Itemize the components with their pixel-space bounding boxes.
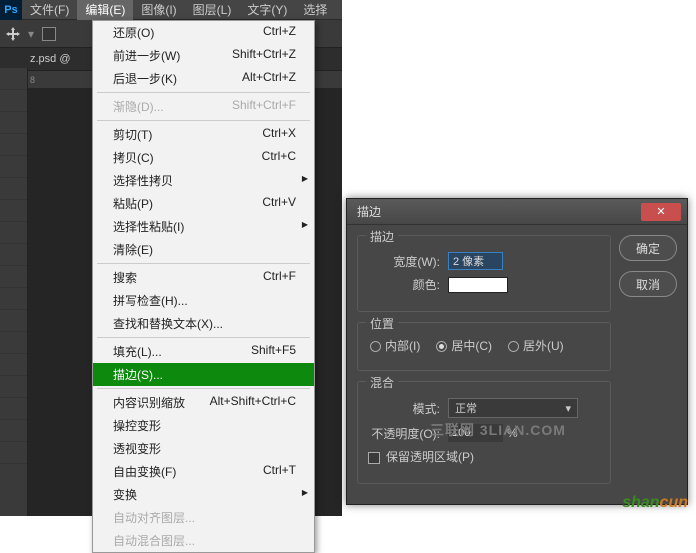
- menu-item[interactable]: 内容识别缩放Alt+Shift+Ctrl+C: [93, 391, 314, 414]
- opacity-pct: %: [507, 426, 518, 440]
- ok-button[interactable]: 确定: [619, 235, 677, 261]
- stroke-group: 描边 宽度(W): 2 像素 颜色:: [357, 235, 611, 312]
- close-button[interactable]: ✕: [641, 203, 681, 221]
- menu-item[interactable]: 透视变形: [93, 437, 314, 460]
- move-tool-icon: [6, 27, 20, 41]
- menu-item[interactable]: 还原(O)Ctrl+Z: [93, 21, 314, 44]
- menu-item[interactable]: 变换: [93, 483, 314, 506]
- opacity-input[interactable]: 100: [448, 424, 503, 442]
- tools-panel: [0, 68, 28, 516]
- cancel-button[interactable]: 取消: [619, 271, 677, 297]
- chevron-down-icon: ▾: [565, 402, 571, 415]
- document-tab[interactable]: z.psd @: [30, 53, 71, 65]
- menu-item[interactable]: 拼写检查(H)...: [93, 289, 314, 312]
- preserve-transparency-checkbox[interactable]: 保留透明区域(P): [368, 448, 474, 465]
- stroke-legend: 描边: [366, 228, 398, 245]
- app-logo: Ps: [0, 0, 22, 20]
- menu-type[interactable]: 文字(Y): [239, 0, 295, 20]
- color-label: 颜色:: [368, 276, 448, 293]
- menu-item[interactable]: 前进一步(W)Shift+Ctrl+Z: [93, 44, 314, 67]
- radio-outside[interactable]: 居外(U): [508, 337, 564, 354]
- menu-item[interactable]: 自由变换(F)Ctrl+T: [93, 460, 314, 483]
- menu-item[interactable]: 粘贴(P)Ctrl+V: [93, 192, 314, 215]
- menu-item[interactable]: 选择性拷贝: [93, 169, 314, 192]
- menu-item[interactable]: 拷贝(C)Ctrl+C: [93, 146, 314, 169]
- menu-item[interactable]: 选择性粘贴(I): [93, 215, 314, 238]
- opacity-label: 不透明度(O):: [368, 425, 448, 442]
- menu-item[interactable]: 查找和替换文本(X)...: [93, 312, 314, 335]
- menu-file[interactable]: 文件(F): [22, 0, 77, 20]
- dialog-title: 描边: [357, 203, 381, 220]
- tool-slot[interactable]: [0, 68, 27, 90]
- stroke-dialog: 描边 ✕ 描边 宽度(W): 2 像素 颜色: 位置 内部(I) 居中(C): [346, 198, 688, 505]
- menu-item: 渐隐(D)...Shift+Ctrl+F: [93, 95, 314, 118]
- blend-group: 混合 模式: 正常▾ 不透明度(O): 100 % 保留透明区域(P): [357, 381, 611, 484]
- menu-item[interactable]: 描边(S)...: [93, 363, 314, 386]
- menu-item[interactable]: 操控变形: [93, 414, 314, 437]
- blend-legend: 混合: [366, 374, 398, 391]
- mode-label: 模式:: [368, 400, 448, 417]
- menu-item[interactable]: 剪切(T)Ctrl+X: [93, 123, 314, 146]
- menu-item[interactable]: 后退一步(K)Alt+Ctrl+Z: [93, 67, 314, 90]
- radio-center[interactable]: 居中(C): [436, 337, 492, 354]
- menu-item[interactable]: 清除(E): [93, 238, 314, 261]
- menubar: Ps 文件(F) 编辑(E) 图像(I) 图层(L) 文字(Y) 选择: [0, 0, 342, 20]
- menu-item[interactable]: 搜索Ctrl+F: [93, 266, 314, 289]
- position-group: 位置 内部(I) 居中(C) 居外(U): [357, 322, 611, 371]
- menu-edit[interactable]: 编辑(E): [77, 0, 133, 20]
- menu-item[interactable]: 填充(L)...Shift+F5: [93, 340, 314, 363]
- radio-inside[interactable]: 内部(I): [370, 337, 420, 354]
- menu-layer[interactable]: 图层(L): [185, 0, 240, 20]
- brand-logo: shancun: [622, 494, 688, 512]
- dialog-titlebar[interactable]: 描边 ✕: [347, 199, 687, 225]
- mode-select[interactable]: 正常▾: [448, 398, 578, 418]
- position-legend: 位置: [366, 315, 398, 332]
- menu-select[interactable]: 选择: [295, 0, 335, 20]
- width-label: 宽度(W):: [368, 253, 448, 270]
- menu-image[interactable]: 图像(I): [133, 0, 184, 20]
- auto-select-checkbox[interactable]: [42, 27, 56, 41]
- edit-menu-dropdown: 还原(O)Ctrl+Z前进一步(W)Shift+Ctrl+Z后退一步(K)Alt…: [92, 20, 315, 553]
- menu-item: 自动对齐图层...: [93, 506, 314, 529]
- menu-item: 自动混合图层...: [93, 529, 314, 552]
- color-swatch[interactable]: [448, 277, 508, 293]
- width-input[interactable]: 2 像素: [448, 252, 503, 270]
